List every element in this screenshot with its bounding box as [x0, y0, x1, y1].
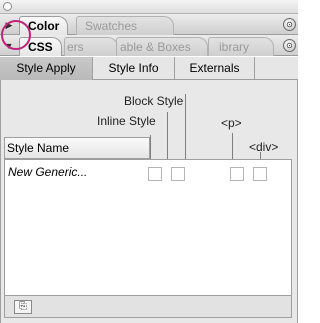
palette-titlebar	[0, 0, 298, 14]
column-divider	[167, 112, 168, 159]
column-divider	[185, 94, 186, 159]
tab-externals[interactable]: Externals	[175, 57, 255, 80]
tab-library[interactable]: ibrary	[208, 37, 274, 56]
panel-bottom-bar: ⎘	[4, 296, 292, 318]
list-item[interactable]: New Generic...	[5, 165, 291, 183]
div-tag-header: <div>	[249, 140, 279, 154]
p-tag-header: <p>	[221, 116, 242, 130]
css-subtabs: Style Apply Style Info Externals	[0, 57, 298, 80]
column-divider	[150, 135, 151, 159]
new-style-icon[interactable]: ⎘	[14, 300, 32, 314]
tab-swatches[interactable]: Swatches	[76, 16, 174, 35]
inline-style-checkbox[interactable]	[171, 167, 185, 181]
column-divider	[232, 133, 233, 159]
styles-list: New Generic...	[4, 159, 292, 296]
close-icon[interactable]	[3, 2, 12, 11]
style-name-label: New Generic...	[8, 165, 88, 179]
tab-style-apply[interactable]: Style Apply	[0, 57, 93, 80]
column-divider	[260, 152, 261, 159]
palette-group-color: ▶ Color Swatches ⊙	[0, 14, 298, 35]
css-palette-window: ▶ Color Swatches ⊙ ▼ CSS ers able & Boxe…	[0, 0, 298, 323]
palette-menu-icon[interactable]: ⊙	[283, 18, 296, 31]
block-style-header: Block Style	[124, 94, 184, 108]
inline-block-checkbox[interactable]	[148, 167, 162, 181]
inline-style-header: Inline Style	[97, 114, 156, 128]
p-tag-checkbox[interactable]	[230, 167, 244, 181]
palette-group-css: ▼ CSS ers able & Boxes ibrary ⊙	[0, 35, 298, 56]
tab-table-and-boxes[interactable]: able & Boxes	[116, 37, 208, 56]
tab-layers[interactable]: ers	[64, 37, 118, 56]
style-name-column-header[interactable]: Style Name	[4, 137, 150, 159]
highlight-circle-annotation	[1, 20, 31, 50]
div-tag-checkbox[interactable]	[253, 167, 267, 181]
tab-style-info[interactable]: Style Info	[93, 57, 175, 80]
palette-menu-icon[interactable]: ⊙	[283, 39, 296, 52]
